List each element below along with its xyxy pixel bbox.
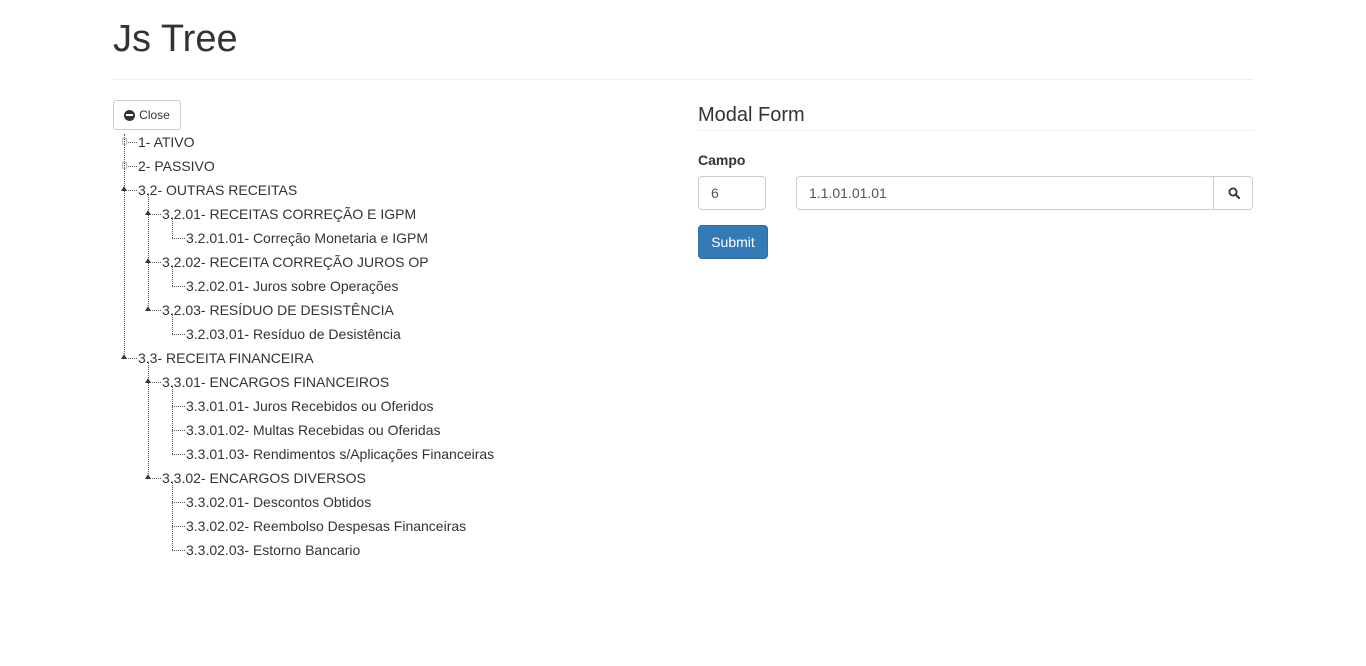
tree-node-label[interactable]: 3.3.01.01- Juros Recebidos ou Oferidos	[186, 394, 433, 418]
tree-connector	[172, 334, 185, 335]
submit-button[interactable]: Submit	[698, 225, 768, 259]
tree-node-label[interactable]: 3.2.01- RECEITAS CORREÇÃO E IGPM	[162, 202, 416, 226]
tree-node-label[interactable]: 3.3.01.03- Rendimentos s/Aplicações Fina…	[186, 442, 494, 466]
tree-node-label[interactable]: 3.3.02.03- Estorno Bancario	[186, 538, 360, 562]
tree-node-label[interactable]: 3.2.02.01- Juros sobre Operações	[186, 274, 398, 298]
tree-node-label[interactable]: 3.2.01.01- Correção Monetaria e IGPM	[186, 226, 428, 250]
tree-connector	[172, 526, 185, 527]
tree-connector	[172, 238, 185, 239]
account-input[interactable]	[796, 176, 1215, 210]
tree-node-label[interactable]: 3.2.03.01- Resíduo de Desistência	[186, 322, 401, 346]
tree-vertical-connector	[124, 134, 125, 358]
form-title: Modal Form	[698, 104, 805, 126]
tree-vertical-connector	[172, 218, 173, 238]
search-button[interactable]	[1213, 176, 1253, 210]
tree-node-label[interactable]: 3.3.02.01- Descontos Obtidos	[186, 490, 371, 514]
account-tree: 1- ATIVO 2- PASSIVO 3.2- OUTRAS RECEITAS 3.…	[0, 0, 680, 666]
tree-node[interactable]: 3.3.02.02- Reembolso Despesas Financeira…	[0, 514, 680, 538]
tree-node-label[interactable]: 3.2.02- RECEITA CORREÇÃO JUROS OP	[162, 250, 429, 274]
tree-connector	[172, 430, 185, 431]
tree-connector	[172, 502, 185, 503]
tree-vertical-connector	[172, 266, 173, 286]
tree-node[interactable]: 2- PASSIVO	[0, 154, 680, 178]
tree-node[interactable]: 3.3.02.01- Descontos Obtidos	[0, 490, 680, 514]
tree-node-label[interactable]: 3.2- OUTRAS RECEITAS	[138, 178, 297, 202]
tree-node[interactable]: 3.2- OUTRAS RECEITAS	[0, 178, 680, 202]
tree-node[interactable]: 3.2.01.01- Correção Monetaria e IGPM	[0, 226, 680, 250]
tree-node[interactable]: 3.3.01- ENCARGOS FINANCEIROS	[0, 370, 680, 394]
tree-connector	[172, 454, 185, 455]
tree-node[interactable]: 3.3.01.03- Rendimentos s/Aplicações Fina…	[0, 442, 680, 466]
tree-node-label[interactable]: 1- ATIVO	[138, 130, 195, 154]
tree-vertical-connector	[172, 386, 173, 454]
tree-vertical-connector	[148, 194, 149, 310]
tree-node[interactable]: 3.3.01.01- Juros Recebidos ou Oferidos	[0, 394, 680, 418]
tree-node-label[interactable]: 3.3.01.02- Multas Recebidas ou Oferidas	[186, 418, 440, 442]
tree-node[interactable]: 3.2.02.01- Juros sobre Operações	[0, 274, 680, 298]
tree-node[interactable]: 3.2.03- RESÍDUO DE DESISTÊNCIA	[0, 298, 680, 322]
form-title-divider	[698, 130, 1254, 131]
tree-node[interactable]: 3.2.01- RECEITAS CORREÇÃO E IGPM	[0, 202, 680, 226]
search-icon	[1228, 187, 1240, 199]
code-input[interactable]	[698, 176, 766, 210]
tree-node[interactable]: 1- ATIVO	[0, 130, 680, 154]
tree-vertical-connector	[148, 362, 149, 478]
tree-node[interactable]: 3.2.03.01- Resíduo de Desistência	[0, 322, 680, 346]
tree-node-label[interactable]: 3.3.02.02- Reembolso Despesas Financeira…	[186, 514, 466, 538]
tree-node[interactable]: 3.3.01.02- Multas Recebidas ou Oferidas	[0, 418, 680, 442]
tree-node[interactable]: 3.3- RECEITA FINANCEIRA	[0, 346, 680, 370]
tree-vertical-connector	[172, 314, 173, 334]
tree-vertical-connector	[172, 482, 173, 550]
tree-node[interactable]: 3.2.02- RECEITA CORREÇÃO JUROS OP	[0, 250, 680, 274]
tree-node-label[interactable]: 3.2.03- RESÍDUO DE DESISTÊNCIA	[162, 298, 394, 322]
tree-node[interactable]: 3.3.02.03- Estorno Bancario	[0, 538, 680, 562]
tree-node-label[interactable]: 2- PASSIVO	[138, 154, 215, 178]
tree-node-label[interactable]: 3.3.01- ENCARGOS FINANCEIROS	[162, 370, 389, 394]
tree-connector	[172, 286, 185, 287]
tree-node-label[interactable]: 3.3- RECEITA FINANCEIRA	[138, 346, 314, 370]
campo-label: Campo	[698, 152, 746, 168]
tree-node-label[interactable]: 3.3.02- ENCARGOS DIVERSOS	[162, 466, 366, 490]
tree-connector	[172, 550, 185, 551]
tree-connector	[172, 406, 185, 407]
tree-node[interactable]: 3.3.02- ENCARGOS DIVERSOS	[0, 466, 680, 490]
